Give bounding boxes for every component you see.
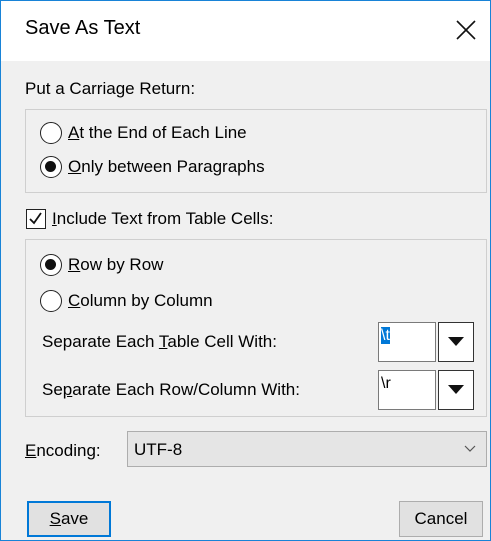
triangle-down-icon: [448, 337, 464, 346]
row-separator-dropdown-button[interactable]: [438, 370, 474, 410]
cancel-button[interactable]: Cancel: [399, 501, 483, 537]
chevron-down-icon: [464, 445, 476, 452]
radio-only-between-paragraphs[interactable]: Only between Paragraphs: [40, 156, 265, 178]
close-button[interactable]: [445, 17, 485, 47]
table-cells-group: Row by Row Column by Column Separate Eac…: [25, 239, 487, 417]
radio-row-by-row[interactable]: Row by Row: [40, 254, 163, 276]
carriage-return-group: At the End of Each Line Only between Par…: [25, 109, 487, 193]
cell-separator-label: Separate Each Table Cell With:: [42, 332, 277, 351]
radio-column-by-column[interactable]: Column by Column: [40, 290, 213, 312]
radio-label: Only between Paragraphs: [68, 157, 265, 176]
include-table-cells-checkbox[interactable]: Include Text from Table Cells:: [26, 209, 273, 229]
radio-label: Row by Row: [68, 255, 164, 274]
encoding-value: UTF-8: [134, 440, 183, 459]
radio-indicator: [40, 290, 62, 312]
save-button[interactable]: Save: [27, 501, 111, 537]
radio-end-of-each-line[interactable]: At the End of Each Line: [40, 122, 247, 144]
carriage-return-label: Put a Carriage Return:: [25, 79, 196, 98]
checkbox-label: Include Text from Table Cells:: [52, 209, 274, 228]
encoding-label: Encoding:: [25, 441, 101, 460]
radio-label: At the End of Each Line: [68, 123, 247, 142]
title-bar: Save As Text: [1, 1, 490, 61]
radio-indicator-selected: [40, 156, 62, 178]
row-separator-label: Separate Each Row/Column With:: [42, 380, 300, 399]
radio-indicator: [40, 122, 62, 144]
triangle-down-icon: [448, 385, 464, 394]
checkbox-indicator: [26, 209, 46, 229]
radio-label: Column by Column: [68, 291, 213, 310]
checkmark-icon: [29, 212, 42, 225]
cell-separator-input[interactable]: \t: [378, 322, 436, 362]
save-as-text-dialog: Save As Text Put a Carriage Return: At t…: [0, 0, 491, 541]
row-separator-input[interactable]: \r: [378, 370, 436, 410]
dialog-title: Save As Text: [25, 17, 141, 39]
encoding-select[interactable]: UTF-8: [127, 431, 487, 467]
cell-separator-dropdown-button[interactable]: [438, 322, 474, 362]
radio-indicator-selected: [40, 254, 62, 276]
close-icon: [456, 20, 476, 40]
